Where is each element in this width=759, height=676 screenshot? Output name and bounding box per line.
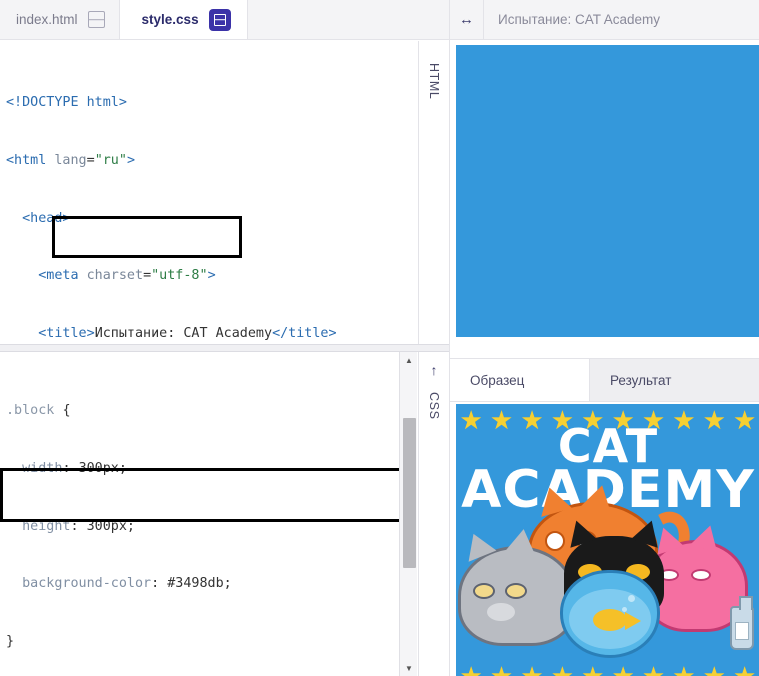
code-line: width: 300px; — [22, 461, 127, 476]
milk-bottle-illustration — [730, 596, 754, 650]
tab-obrazec-label: Образец — [470, 372, 525, 388]
tab-rezultat-label: Результат — [610, 372, 672, 388]
preview-header: ↔ Испытание: CAT Academy — [450, 0, 759, 40]
collapse-up-arrow-icon[interactable]: ↑ — [431, 362, 438, 378]
grumpy-cat-illustration — [458, 527, 576, 646]
css-editor-scrollbar[interactable]: ▲ ▼ — [399, 352, 417, 676]
preview-column: ↔ Испытание: CAT Academy Образец Результ… — [449, 0, 759, 676]
code-line: <title>Испытание: CAT Academy</title> — [38, 325, 337, 341]
star-icon: ★ — [611, 660, 635, 676]
preview-tab-bar: Образец Результат — [450, 358, 759, 402]
star-icon: ★ — [520, 660, 544, 676]
scroll-up-icon[interactable]: ▲ — [400, 352, 418, 368]
tab-obrazec[interactable]: Образец — [450, 359, 590, 401]
css-code-editor[interactable]: .block { width: 300px; height: 300px; ba… — [0, 352, 395, 676]
bubble — [622, 607, 627, 612]
scrollbar-thumb[interactable] — [403, 418, 416, 568]
code-line: background-color: #3498db; — [22, 576, 232, 592]
star-row-bottom: ★ ★ ★ ★ ★ ★ ★ ★ ★ ★ — [456, 660, 759, 676]
html-code-editor[interactable]: <!DOCTYPE html> <html lang="ru"> <head> … — [0, 41, 449, 344]
cat-eye — [505, 583, 527, 599]
scroll-down-icon[interactable]: ▼ — [400, 660, 418, 676]
code-line: <!DOCTYPE html> — [6, 95, 127, 111]
tab-bar-filler — [247, 0, 449, 39]
cat-snout — [487, 603, 515, 621]
code-editor-app: index.html style.css <!DOCTYPE html> <ht… — [0, 0, 759, 676]
code-line: <meta charset="utf-8"> — [38, 268, 216, 284]
fishbowl-illustration — [560, 570, 660, 658]
code-line: height: 300px; — [22, 518, 135, 534]
star-icon: ★ — [733, 660, 757, 676]
bottle-label — [735, 622, 749, 640]
file-tab-bar: index.html style.css — [0, 0, 449, 40]
html-rail-label: HTML — [427, 63, 441, 100]
cat-eye — [473, 583, 495, 599]
tab-style-css-label: style.css — [141, 12, 199, 27]
cat-ear — [690, 521, 724, 553]
star-icon: ★ — [672, 660, 696, 676]
code-line: } — [6, 633, 15, 649]
css-rail-label: CSS — [427, 392, 441, 420]
css-rail[interactable]: ↑ CSS — [418, 352, 449, 676]
resize-horizontal-icon[interactable]: ↔ — [450, 0, 484, 40]
cat-eye — [545, 531, 565, 551]
star-icon: ★ — [581, 660, 605, 676]
split-view-icon-active[interactable] — [208, 8, 231, 31]
pane-divider[interactable] — [0, 344, 449, 352]
tab-index-html-label: index.html — [16, 12, 78, 27]
code-line: <html lang="ru"> — [6, 153, 135, 168]
editor-column: index.html style.css <!DOCTYPE html> <ht… — [0, 0, 449, 676]
code-line: .block { — [6, 403, 71, 419]
preview-page-title: Испытание: CAT Academy — [498, 12, 661, 27]
star-icon: ★ — [459, 660, 483, 676]
cat-academy-poster: ★ ★ ★ ★ ★ ★ ★ ★ ★ ★ CAT ACADEMY ★ ★ ★ ★ … — [456, 404, 759, 676]
cat-ear — [505, 527, 539, 555]
preview-block-render — [456, 45, 759, 337]
code-line: <head> — [22, 210, 71, 226]
tab-index-html[interactable]: index.html — [0, 0, 120, 39]
goldfish-icon — [593, 609, 641, 631]
split-view-icon[interactable] — [87, 11, 105, 28]
bubble — [628, 595, 635, 602]
cat-eye — [691, 569, 711, 581]
star-icon: ★ — [641, 660, 666, 676]
star-icon: ★ — [550, 660, 575, 676]
star-icon: ★ — [489, 660, 514, 676]
star-icon: ★ — [702, 660, 726, 676]
html-rail[interactable]: HTML — [418, 41, 449, 344]
tab-style-css[interactable]: style.css — [119, 0, 248, 39]
tab-rezultat[interactable]: Результат — [590, 359, 759, 401]
cat-ear — [459, 528, 497, 562]
